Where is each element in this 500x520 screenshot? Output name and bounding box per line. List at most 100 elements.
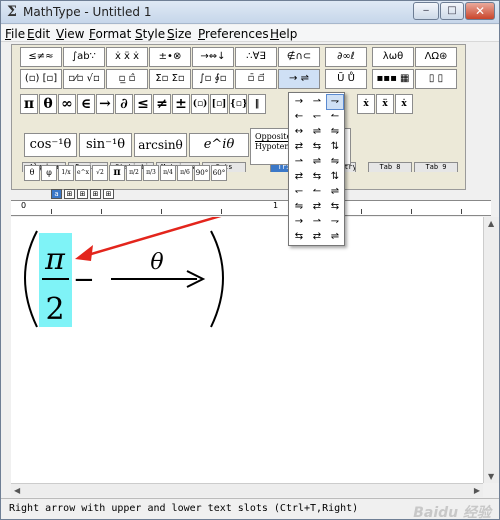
view-toggle-icon[interactable]: ⊞ <box>90 189 101 199</box>
accent-button[interactable]: ẋ <box>395 94 413 114</box>
arrow-template-option[interactable]: ↔ <box>291 125 307 139</box>
tab-8[interactable]: Tab 8 <box>368 162 412 172</box>
theta-symbol-button[interactable]: θ <box>39 94 57 114</box>
menu-style[interactable]: Style <box>135 27 165 41</box>
spaces-palette-button[interactable]: ∫ab∵ <box>63 47 105 67</box>
arrows-palette-button[interactable]: →⇔↓ <box>192 47 234 67</box>
arrow-template-option[interactable]: ⇆ <box>309 170 325 184</box>
view-toggle-icon[interactable]: ⊞ <box>64 189 75 199</box>
not-equal-symbol-button[interactable]: ≠ <box>153 94 171 114</box>
arrow-upper-label[interactable]: θ <box>150 250 163 275</box>
element-of-symbol-button[interactable]: ∈ <box>77 94 95 114</box>
bars-palette-button[interactable]: ▫̄ ▫⃗ <box>235 69 277 89</box>
operators-palette-button[interactable]: ±•⊗ <box>149 47 191 67</box>
arrow-template-option[interactable]: ⇀ <box>309 95 325 109</box>
brackets-template-button[interactable]: [▫] <box>210 94 228 114</box>
menu-preferences[interactable]: Preferences <box>198 27 269 41</box>
scroll-down-icon[interactable]: ▼ <box>488 472 494 481</box>
arrow-template-option[interactable]: ⇄ <box>309 200 325 214</box>
60-degrees-small-button[interactable]: 60° <box>211 165 227 181</box>
scroll-left-icon[interactable]: ◀ <box>14 486 20 495</box>
scroll-up-icon[interactable]: ▲ <box>488 219 494 228</box>
arrow-template-option[interactable]: ↽ <box>291 185 307 199</box>
close-button[interactable]: ✕ <box>465 2 495 20</box>
arcsin-template-button[interactable]: arcsinθ <box>134 133 187 157</box>
menu-edit[interactable]: Edit <box>27 27 50 41</box>
arrow-template-option[interactable]: ⇌ <box>309 155 325 169</box>
equation-editing-area[interactable]: π 2 − θ <box>11 217 483 483</box>
pi-small-button[interactable]: π <box>109 165 125 181</box>
braces-template-button[interactable]: {▫} <box>229 94 247 114</box>
products-palette-button[interactable]: Ũ Ů <box>325 69 367 89</box>
arccos-template-button[interactable]: cos⁻¹θ <box>24 133 77 157</box>
fractions-radicals-palette-button[interactable]: ▫⁄▫ √▫ <box>63 69 105 89</box>
arrow-template-option[interactable]: ↼ <box>327 110 343 124</box>
logic-palette-button[interactable]: ∴∀∃ <box>235 47 277 67</box>
vertical-scrollbar[interactable]: ▲ ▼ <box>483 217 499 483</box>
arrow-template-option[interactable]: ⇄ <box>291 140 307 154</box>
right-arrow-symbol-button[interactable]: → <box>96 94 114 114</box>
parentheses-template-button[interactable]: (▫) <box>191 94 209 114</box>
greek-lower-palette-button[interactable]: λωθ <box>372 47 414 67</box>
phi-small-button[interactable]: φ <box>41 165 57 181</box>
matrices-palette-button[interactable]: ▪▪▪ ▦ <box>372 69 414 89</box>
pi-symbol-button[interactable]: π <box>20 94 38 114</box>
pi-over-6-small-button[interactable]: π/6 <box>177 165 193 181</box>
double-dot-accent-button[interactable]: ẍ <box>376 94 394 114</box>
arrow-template-option[interactable]: ⇄ <box>291 170 307 184</box>
fences-palette-button[interactable]: (▫) [▫] <box>20 69 62 89</box>
arrow-template-option[interactable]: → <box>291 95 307 109</box>
reciprocal-small-button[interactable]: 1/x <box>58 165 74 181</box>
scroll-right-icon[interactable]: ▶ <box>474 486 480 495</box>
relations-palette-button[interactable]: ≤≠≈ <box>20 47 62 67</box>
pi-over-4-small-button[interactable]: π/4 <box>160 165 176 181</box>
arrow-template-option[interactable]: ⇅ <box>327 170 343 184</box>
misc-symbols-palette-button[interactable]: ∂∞ℓ <box>325 47 367 67</box>
arrow-template-option[interactable]: ⇌ <box>327 185 343 199</box>
arrow-template-option[interactable]: ↽ <box>309 110 325 124</box>
arrow-template-option[interactable]: ⇁ <box>327 215 343 229</box>
menu-help[interactable]: Help <box>270 27 297 41</box>
greek-upper-palette-button[interactable]: ΛΩ⊛ <box>415 47 457 67</box>
menu-format[interactable]: Format <box>89 27 131 41</box>
pi-over-3-small-button[interactable]: π/3 <box>143 165 159 181</box>
minimize-button[interactable]: ‒ <box>413 2 439 20</box>
set-theory-palette-button[interactable]: ∉∩⊂ <box>278 47 320 67</box>
exp-itheta-template-button[interactable]: e^iθ <box>189 133 249 157</box>
90-degrees-small-button[interactable]: 90° <box>194 165 210 181</box>
view-toggle-icon[interactable]: ⊞ <box>103 189 114 199</box>
arcsin-inverse-template-button[interactable]: sin⁻¹θ <box>79 133 132 157</box>
arrow-template-option[interactable]: ⇅ <box>327 140 343 154</box>
dot-accent-button[interactable]: ẋ <box>357 94 375 114</box>
boxes-palette-button[interactable]: ▯ ▯ <box>415 69 457 89</box>
arrow-template-option[interactable]: ⇌ <box>309 125 325 139</box>
arrow-template-option[interactable]: ↼ <box>309 185 325 199</box>
denominator[interactable]: 2 <box>45 292 64 327</box>
ruler[interactable]: 0 1 <box>11 200 491 216</box>
arrow-template-option[interactable]: ⇆ <box>309 140 325 154</box>
arrow-template-option[interactable]: ⇋ <box>327 125 343 139</box>
norm-template-button[interactable]: ‖ <box>248 94 266 114</box>
infinity-symbol-button[interactable]: ∞ <box>58 94 76 114</box>
embellishments-palette-button[interactable]: ẋ ẍ ẋ <box>106 47 148 67</box>
pi-over-2-small-button[interactable]: π/2 <box>126 165 142 181</box>
theta-small-button[interactable]: θ <box>24 165 40 181</box>
font-icon[interactable]: a <box>51 189 62 199</box>
partial-symbol-button[interactable]: ∂ <box>115 94 133 114</box>
sqrt2-small-button[interactable]: √2 <box>92 165 108 181</box>
arrow-template-option[interactable]: ⇆ <box>327 200 343 214</box>
arrow-template-option[interactable]: ⇋ <box>327 155 343 169</box>
arrow-template-option[interactable]: ⇄ <box>309 230 325 244</box>
horizontal-scrollbar[interactable]: ◀ ▶ <box>11 483 483 497</box>
tab-9[interactable]: Tab 9 <box>414 162 458 172</box>
arrow-template-option[interactable]: ⇌ <box>327 230 343 244</box>
arrow-template-option[interactable]: ⇆ <box>291 230 307 244</box>
numerator[interactable]: π <box>44 242 66 277</box>
view-toggle-icon[interactable]: ⊞ <box>77 189 88 199</box>
sums-palette-button[interactable]: Σ▫ Σ▫ <box>149 69 191 89</box>
arrow-template-option[interactable]: → <box>291 215 307 229</box>
labeled-arrows-palette-button[interactable]: → ⇌ <box>278 69 320 89</box>
arrow-template-option[interactable]: ← <box>291 110 307 124</box>
arrow-template-option[interactable]: ⇋ <box>291 200 307 214</box>
menu-view[interactable]: View <box>56 27 84 41</box>
